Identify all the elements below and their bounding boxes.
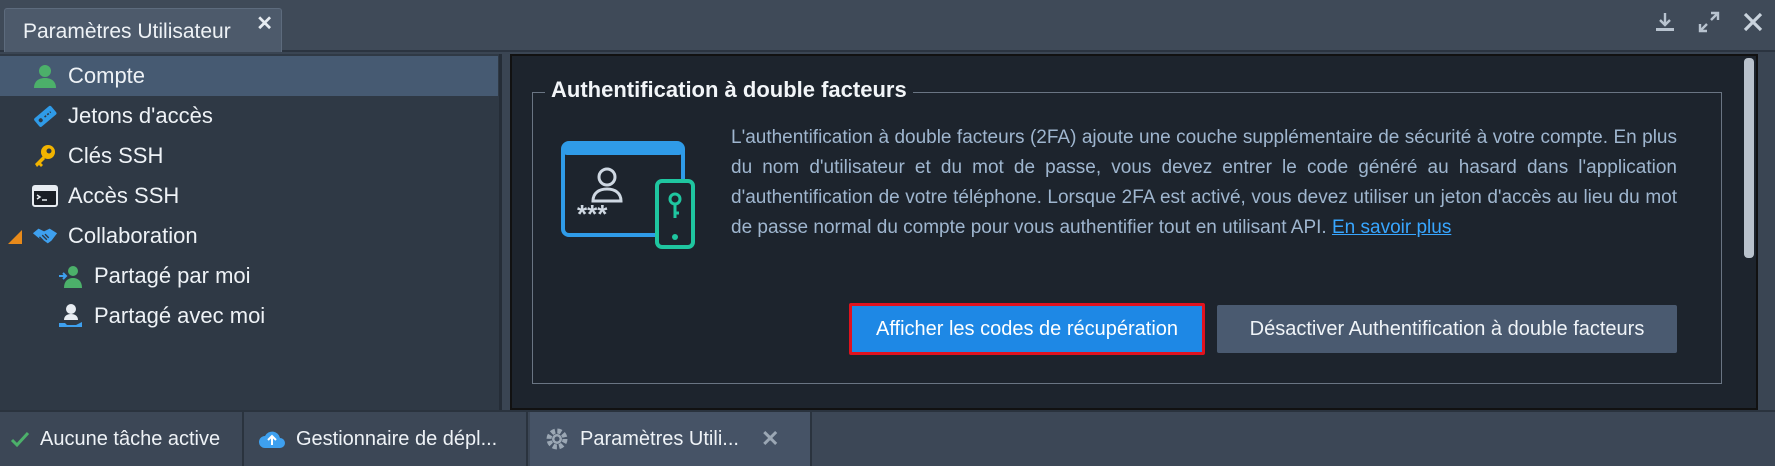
scrollbar-thumb[interactable] — [1744, 58, 1754, 258]
sidebar-item-ssh-keys[interactable]: Clés SSH — [0, 136, 498, 176]
disable-two-factor-button[interactable]: Désactiver Authentification à double fac… — [1217, 305, 1677, 353]
close-task-icon[interactable]: ✕ — [761, 426, 779, 452]
terminal-icon — [32, 183, 58, 209]
bottom-taskbar: Aucune tâche active Gestionnaire de dépl… — [0, 410, 1775, 466]
sidebar-item-account[interactable]: Compte — [0, 56, 498, 96]
window-controls — [1653, 10, 1765, 34]
download-icon[interactable] — [1653, 10, 1677, 34]
sidebar-item-label: Collaboration — [68, 223, 198, 248]
task-deployment-manager[interactable]: Gestionnaire de dépl... — [246, 412, 528, 466]
key-icon — [32, 143, 58, 169]
two-factor-panel: Authentification à double facteurs *** L… — [510, 54, 1758, 410]
sidebar-item-label: Compte — [68, 63, 146, 88]
cloud-upload-icon — [258, 428, 286, 450]
shared-user-icon — [58, 263, 84, 289]
sidebar-item-label: Jetons d'accès — [68, 103, 213, 128]
task-user-settings[interactable]: Paramètres Utili... ✕ — [530, 412, 812, 466]
close-tab-icon[interactable]: ✕ — [256, 11, 273, 36]
sidebar-item-shared-with-me[interactable]: Partagé avec moi — [0, 296, 498, 336]
sidebar-item-collaboration[interactable]: Collaboration — [0, 216, 498, 256]
tab-title: Paramètres Utilisateur — [23, 20, 231, 43]
sidebar-item-ssh-access[interactable]: Accès SSH — [0, 176, 498, 216]
two-factor-section: Authentification à double facteurs *** L… — [532, 77, 1722, 384]
user-settings-window: Paramètres Utilisateur ✕ Compte Jetons d… — [0, 0, 1775, 466]
vertical-scrollbar[interactable] — [1742, 56, 1756, 408]
token-icon — [32, 103, 58, 129]
user-icon — [32, 63, 58, 89]
learn-more-link[interactable]: En savoir plus — [1332, 217, 1451, 238]
two-factor-description: L'authentification à double facteurs (2F… — [731, 123, 1677, 243]
task-label: Paramètres Utili... — [580, 427, 739, 450]
expand-arrow-icon[interactable] — [8, 230, 22, 244]
two-factor-illustration-icon: *** — [561, 141, 721, 251]
section-title: Authentification à double facteurs — [545, 77, 913, 103]
gear-icon — [544, 426, 570, 452]
maximize-icon[interactable] — [1697, 10, 1721, 34]
description-text: L'authentification à double facteurs (2F… — [731, 127, 1677, 238]
show-recovery-codes-button[interactable]: Afficher les codes de récupération — [849, 303, 1205, 355]
sidebar-item-label: Partagé par moi — [94, 263, 251, 288]
tab-user-settings[interactable]: Paramètres Utilisateur ✕ — [4, 8, 282, 52]
sidebar-item-access-tokens[interactable]: Jetons d'accès — [0, 96, 498, 136]
task-status: Aucune tâche active — [0, 412, 244, 466]
task-status-label: Aucune tâche active — [40, 427, 221, 450]
settings-sidebar: Compte Jetons d'accès Clés SSH Accès SSH — [0, 54, 502, 410]
received-user-icon — [58, 303, 84, 329]
sidebar-item-shared-by-me[interactable]: Partagé par moi — [0, 256, 498, 296]
top-tab-bar: Paramètres Utilisateur ✕ — [0, 0, 1775, 52]
illustration-masked-password: *** — [577, 199, 608, 229]
close-window-icon[interactable] — [1741, 10, 1765, 34]
task-label: Gestionnaire de dépl... — [296, 427, 498, 450]
checkmark-icon — [10, 429, 30, 449]
sidebar-item-label: Clés SSH — [68, 143, 164, 168]
handshake-icon — [32, 223, 58, 249]
sidebar-item-label: Partagé avec moi — [94, 303, 266, 328]
sidebar-item-label: Accès SSH — [68, 183, 180, 208]
